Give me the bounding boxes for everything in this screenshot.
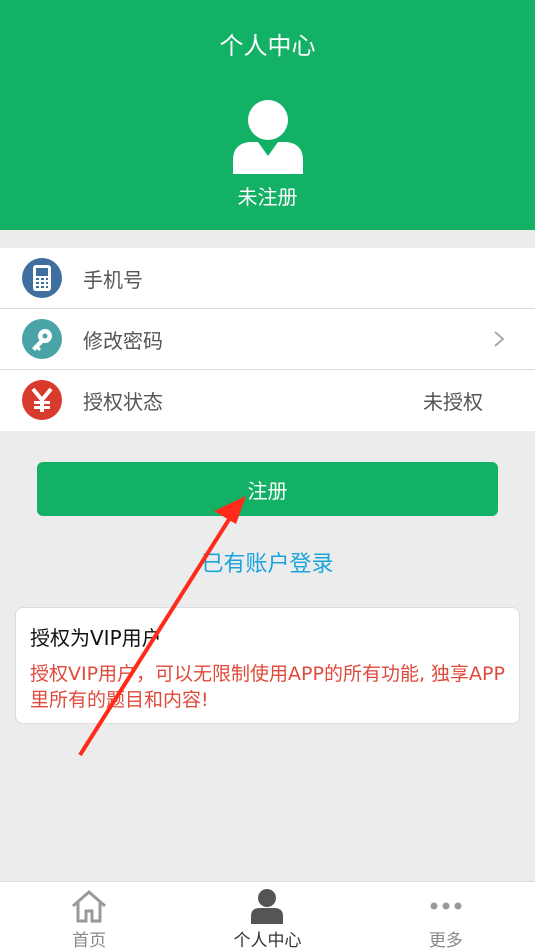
bottom-tab-bar: 首页 个人中心 更多 (0, 881, 535, 952)
account-list: 手机号 修改密码 授权状态 未授权 (0, 248, 535, 431)
vip-description: 授权VIP用户，可以无限制使用APP的所有功能, 独享APP里所有的题目和内容! (30, 663, 505, 711)
list-item-authorization[interactable]: 授权状态 未授权 (0, 370, 535, 431)
header: 个人中心 未注册 (0, 0, 535, 230)
list-item-label: 手机号 (83, 267, 143, 292)
list-item-label: 授权状态 (83, 390, 163, 414)
phone-icon (22, 258, 62, 298)
tab-home[interactable]: 首页 (0, 882, 178, 952)
user-icon (251, 889, 284, 924)
tab-more[interactable]: 更多 (357, 882, 535, 952)
list-item-change-password[interactable]: 修改密码 (0, 309, 535, 370)
vip-title: 授权为VIP用户 (30, 626, 162, 650)
tab-label: 首页 (72, 931, 107, 951)
list-item-label: 修改密码 (83, 328, 163, 353)
tab-profile[interactable]: 个人中心 (178, 882, 356, 952)
registration-status: 未注册 (237, 185, 298, 209)
avatar-icon[interactable] (233, 100, 303, 174)
key-icon (22, 319, 62, 359)
page-title: 个人中心 (219, 32, 316, 60)
more-icon (430, 902, 462, 910)
login-link[interactable]: 已有账户登录 (0, 546, 535, 578)
vip-info-card[interactable]: 授权为VIP用户 授权VIP用户，可以无限制使用APP的所有功能, 独享APP里… (15, 607, 520, 724)
home-icon (72, 890, 107, 923)
yen-icon (22, 380, 62, 420)
tab-label: 个人中心 (233, 931, 302, 951)
register-button[interactable]: 注册 (37, 462, 498, 516)
chevron-right-icon (494, 331, 505, 347)
authorization-status-value: 未授权 (423, 390, 483, 414)
list-item-phone[interactable]: 手机号 (0, 248, 535, 309)
tab-label: 更多 (428, 931, 463, 951)
